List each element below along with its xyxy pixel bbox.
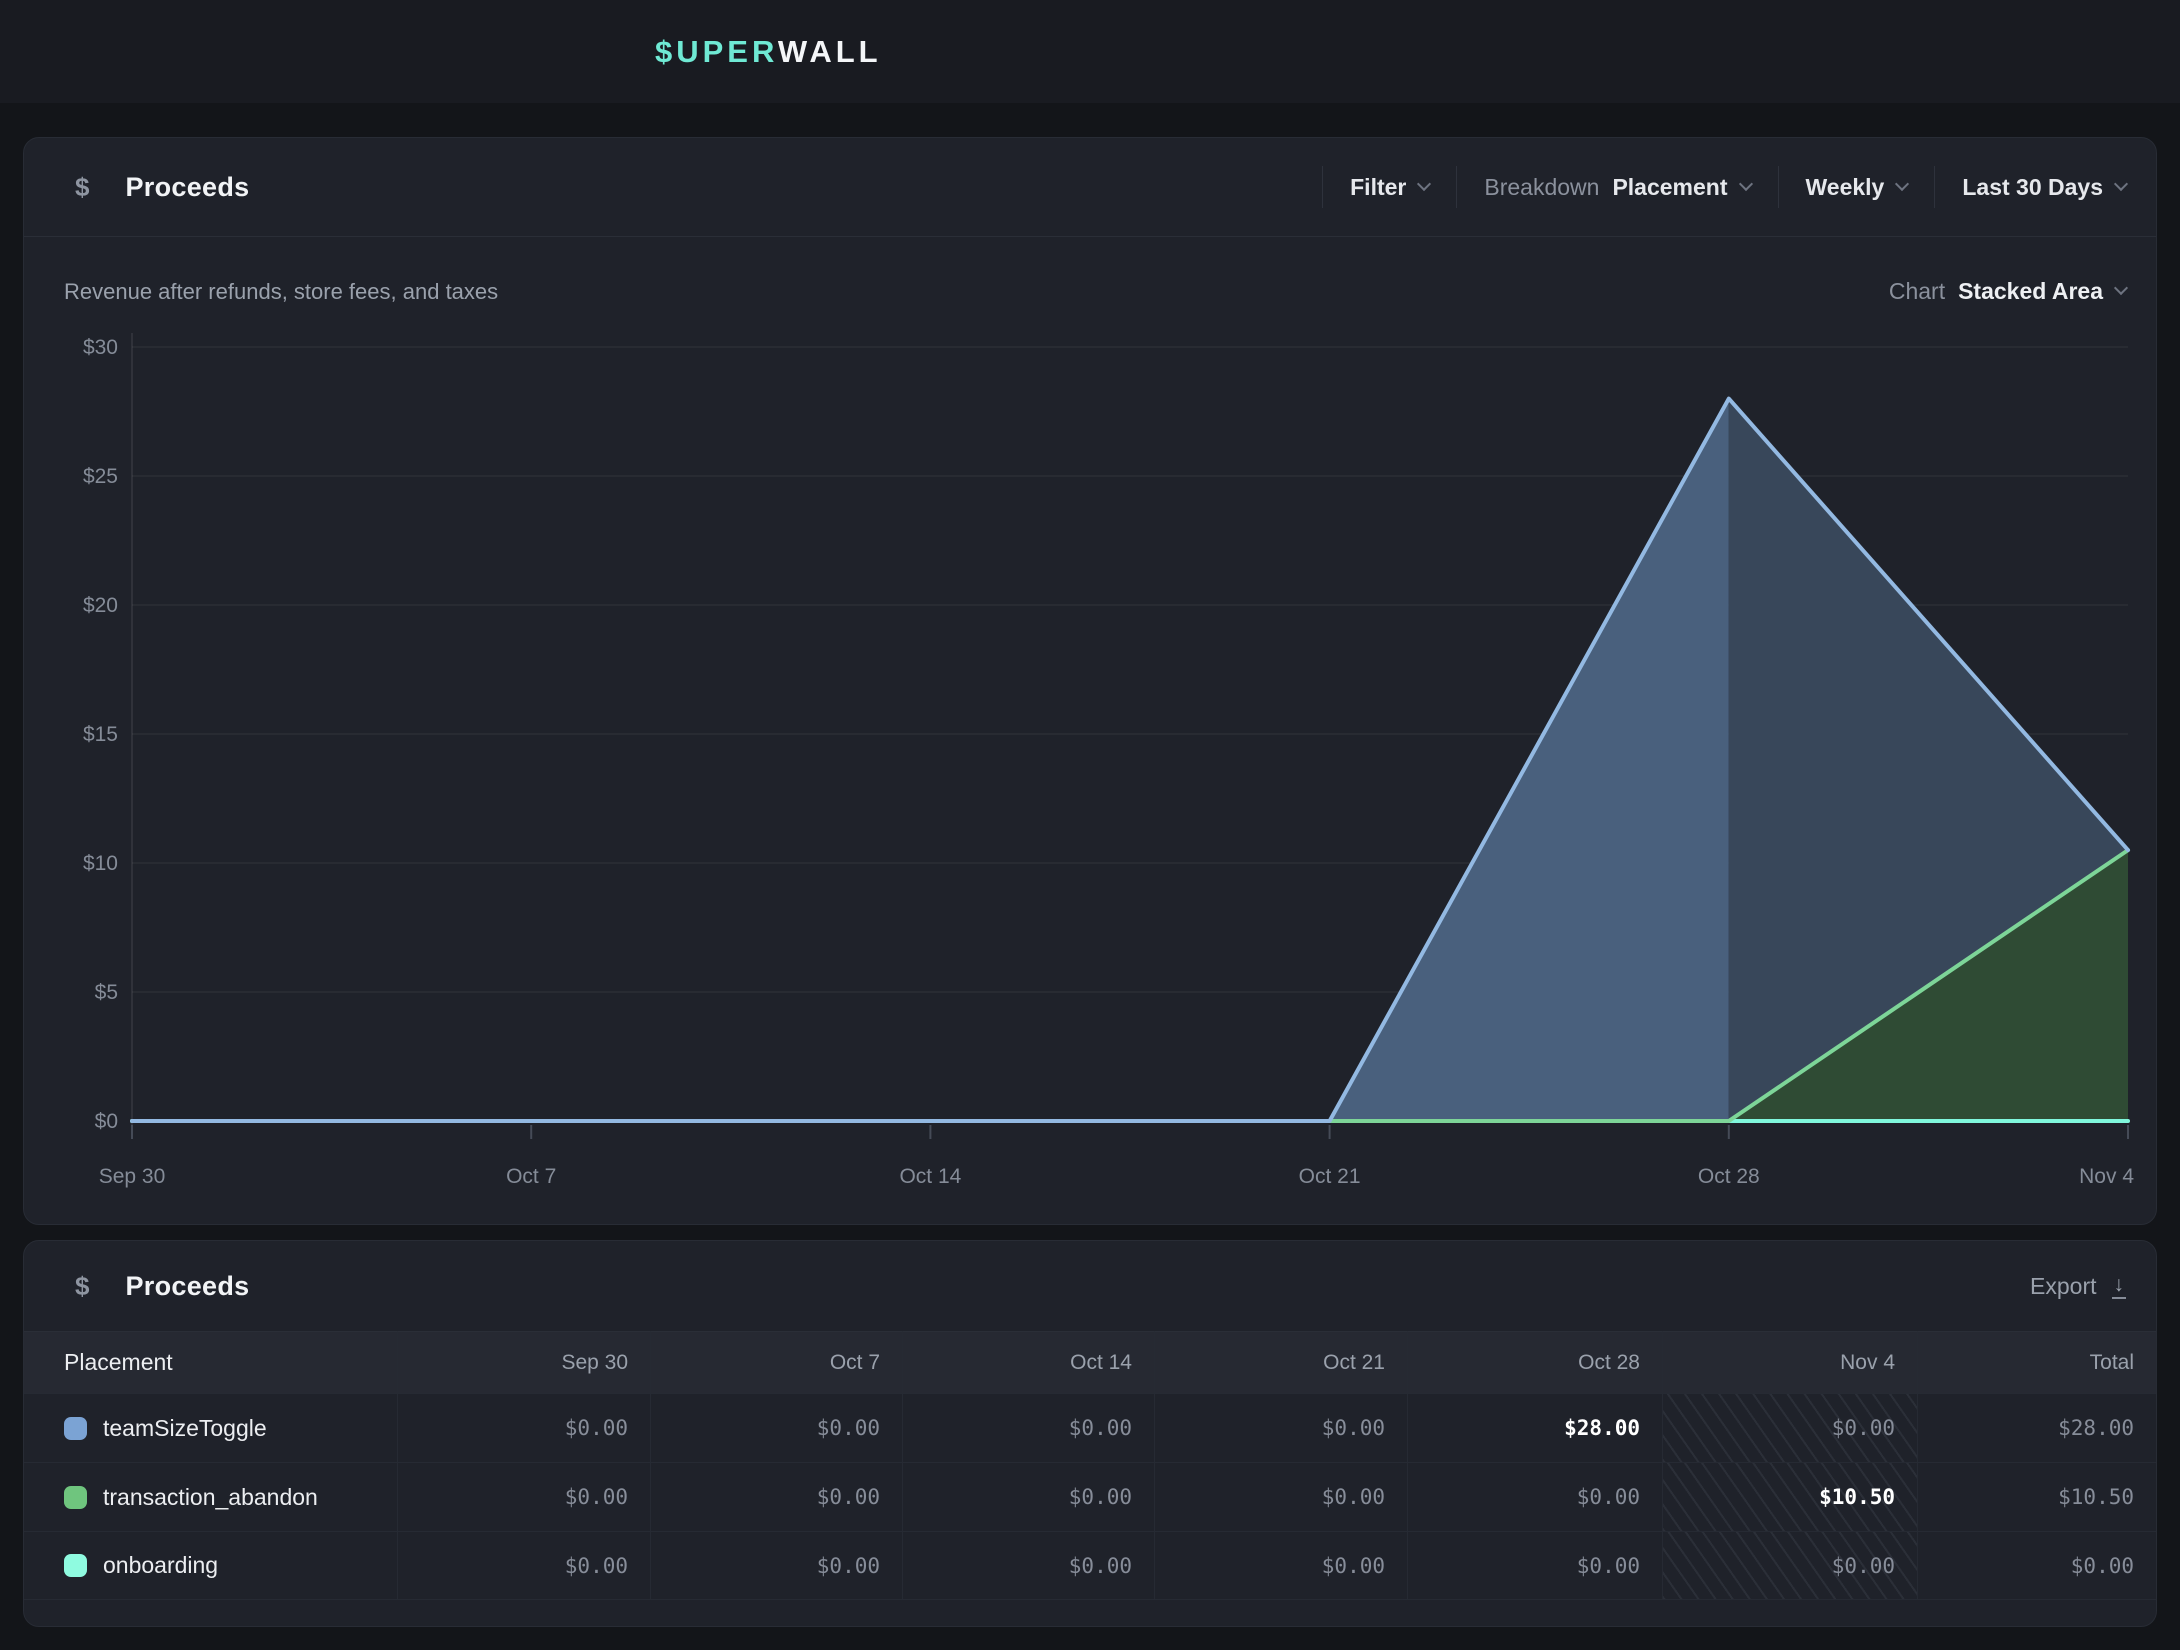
proceeds-chart-card: $ Proceeds Filter Breakdown Placement We…	[23, 137, 2157, 1225]
superwall-logo[interactable]: $UPERWALL	[655, 34, 882, 70]
chevron-down-icon	[2114, 176, 2128, 190]
y-axis-label: $10	[83, 852, 118, 875]
date-range-dropdown[interactable]: Last 30 Days	[1935, 138, 2132, 236]
column-header-oct-7: Oct 7	[650, 1331, 902, 1393]
table-value-cell: $0.00	[902, 1531, 1154, 1600]
table-value-cell: $10.50	[1917, 1462, 2156, 1531]
breakdown-value: Placement	[1612, 174, 1727, 201]
filter-dropdown[interactable]: Filter	[1323, 138, 1456, 236]
y-axis-label: $15	[83, 723, 118, 746]
table-value-cell: $0.00	[902, 1462, 1154, 1531]
table-value-cell: $0.00	[1154, 1393, 1407, 1462]
proceeds-table-card: $ Proceeds Export ↓ PlacementSep 30Oct 7…	[23, 1240, 2157, 1627]
logo-secondary-text: WALL	[778, 34, 882, 69]
column-header-oct-14: Oct 14	[902, 1331, 1154, 1393]
series-color-swatch	[64, 1486, 87, 1509]
logo-primary-text: $UPER	[655, 34, 778, 69]
x-axis-label: Oct 14	[899, 1165, 961, 1188]
column-header-sep-30: Sep 30	[397, 1331, 650, 1393]
column-header-oct-28: Oct 28	[1407, 1331, 1662, 1393]
x-axis: Sep 30 Oct 7 Oct 14 Oct 21 Oct 28 Nov 4	[99, 1125, 2135, 1188]
x-axis-label: Oct 7	[506, 1165, 556, 1188]
table-value-cell: $0.00	[397, 1531, 650, 1600]
table-value-cell: $10.50	[1662, 1462, 1917, 1531]
table-row-label: onboarding	[24, 1531, 397, 1600]
y-axis-label: $5	[95, 981, 118, 1004]
chevron-down-icon	[1738, 176, 1752, 190]
table-value-cell: $28.00	[1407, 1393, 1662, 1462]
series-color-swatch	[64, 1554, 87, 1577]
table-value-cell: $0.00	[1917, 1531, 2156, 1600]
table-value-cell: $0.00	[1407, 1462, 1662, 1531]
y-axis-label: $25	[83, 465, 118, 488]
chart-card-title: Proceeds	[125, 172, 249, 203]
x-axis-label: Sep 30	[99, 1165, 166, 1188]
placement-name: transaction_abandon	[103, 1484, 318, 1511]
chart-type-value: Stacked Area	[1958, 278, 2103, 305]
table-value-cell: $0.00	[1662, 1531, 1917, 1600]
proceeds-table: PlacementSep 30Oct 7Oct 14Oct 21Oct 28No…	[24, 1331, 2156, 1600]
chart-card-header: $ Proceeds Filter Breakdown Placement We…	[24, 138, 2156, 237]
table-value-cell: $0.00	[1662, 1393, 1917, 1462]
table-row-label: teamSizeToggle	[24, 1393, 397, 1462]
chart-subheader: Revenue after refunds, store fees, and t…	[24, 237, 2156, 307]
column-header-total: Total	[1917, 1331, 2156, 1393]
table-card-header: $ Proceeds Export ↓	[24, 1241, 2156, 1331]
series-areas	[1330, 399, 2128, 1121]
table-value-cell: $0.00	[1154, 1531, 1407, 1600]
table-value-cell: $0.00	[397, 1393, 650, 1462]
stacked-area-chart[interactable]: $0 $5 $10 $15 $20 $25 $30 Sep 30 Oct 7 Oct 14 Oct …	[24, 307, 2154, 1226]
column-header-nov-4: Nov 4	[1662, 1331, 1917, 1393]
export-button[interactable]: Export ↓	[2030, 1273, 2126, 1300]
chart-description: Revenue after refunds, store fees, and t…	[64, 279, 498, 307]
table-value-cell: $0.00	[650, 1393, 902, 1462]
date-range-value: Last 30 Days	[1962, 174, 2103, 201]
chevron-down-icon	[1417, 176, 1431, 190]
chart-type-label: Chart	[1889, 278, 1945, 305]
export-label: Export	[2030, 1273, 2096, 1300]
top-navigation-bar: $UPERWALL	[0, 0, 2180, 103]
table-card-title: Proceeds	[125, 1271, 249, 1302]
filter-label: Filter	[1350, 174, 1406, 201]
period-value: Weekly	[1806, 174, 1885, 201]
column-header-oct-21: Oct 21	[1154, 1331, 1407, 1393]
placement-name: onboarding	[103, 1552, 218, 1579]
dollar-icon: $	[75, 1271, 89, 1302]
x-axis-label: Nov 4	[2079, 1165, 2134, 1188]
y-axis-label: $0	[95, 1110, 118, 1133]
column-header-placement: Placement	[24, 1331, 397, 1393]
dollar-icon: $	[75, 172, 89, 203]
chart-type-dropdown[interactable]: Chart Stacked Area	[1889, 278, 2126, 307]
table-value-cell: $0.00	[650, 1462, 902, 1531]
y-axis-label: $30	[83, 336, 118, 359]
table-value-cell: $0.00	[650, 1531, 902, 1600]
table-row-label: transaction_abandon	[24, 1462, 397, 1531]
x-axis-label: Oct 21	[1299, 1165, 1361, 1188]
table-value-cell: $0.00	[397, 1462, 650, 1531]
table-value-cell: $28.00	[1917, 1393, 2156, 1462]
table-value-cell: $0.00	[1154, 1462, 1407, 1531]
chevron-down-icon	[2114, 281, 2128, 295]
chevron-down-icon	[1895, 176, 1909, 190]
series-color-swatch	[64, 1417, 87, 1440]
download-icon: ↓	[2112, 1274, 2127, 1299]
placement-name: teamSizeToggle	[103, 1415, 267, 1442]
table-value-cell: $0.00	[902, 1393, 1154, 1462]
breakdown-dropdown[interactable]: Breakdown Placement	[1457, 138, 1777, 236]
x-axis-label: Oct 28	[1698, 1165, 1760, 1188]
y-axis-label: $20	[83, 594, 118, 617]
breakdown-label: Breakdown	[1484, 174, 1599, 201]
chart-controls: Filter Breakdown Placement Weekly Last 3…	[1322, 138, 2132, 236]
period-dropdown[interactable]: Weekly	[1779, 138, 1935, 236]
table-value-cell: $0.00	[1407, 1531, 1662, 1600]
